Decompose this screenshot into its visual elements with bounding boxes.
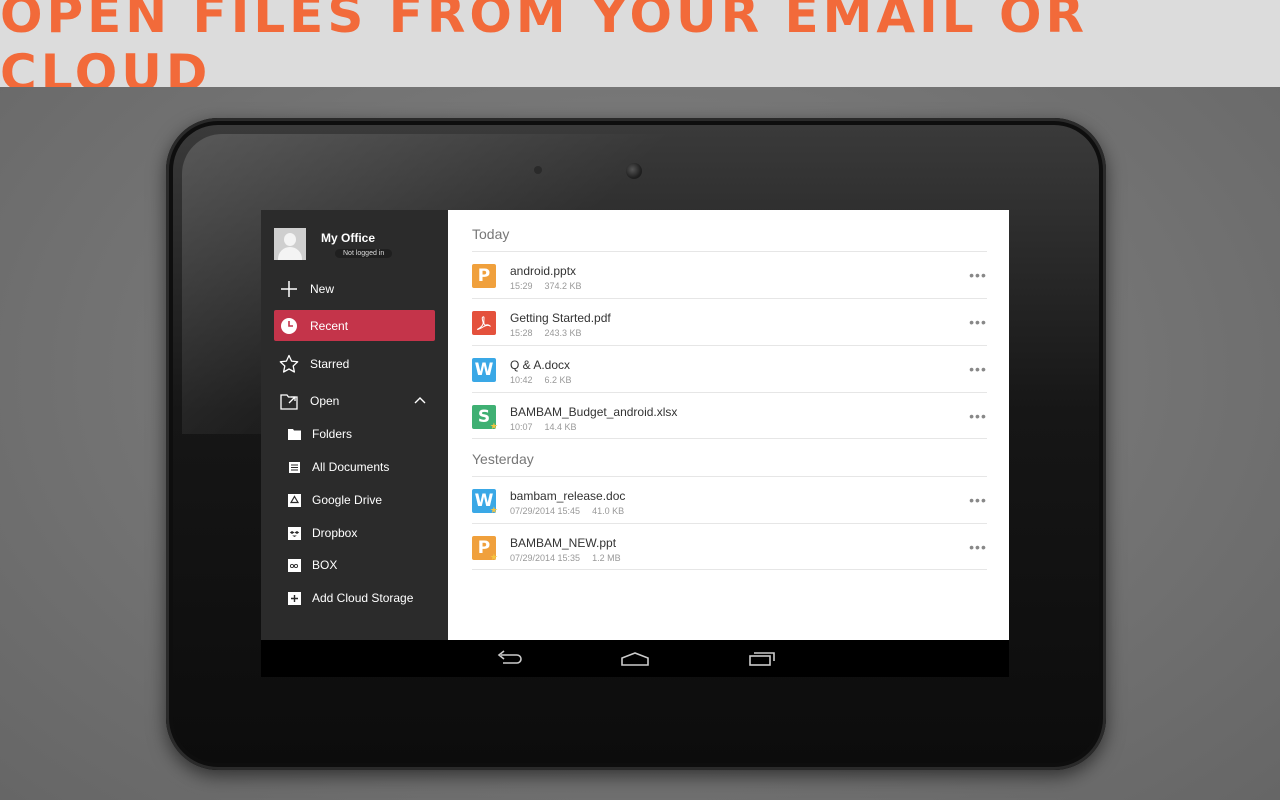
sidebar: My Office Not logged in New Recent Starr… <box>261 210 448 640</box>
file-meta: 15:28 243.3 KB <box>510 328 582 338</box>
avatar <box>274 228 306 260</box>
profile-name: My Office <box>321 231 376 245</box>
file-row[interactable]: P ★ BAMBAM_NEW.ppt 07/29/2014 15:35 1.2 MB… <box>472 523 987 570</box>
plus-icon <box>278 278 300 300</box>
google-drive-icon <box>287 493 301 507</box>
file-meta: 15:29 374.2 KB <box>510 281 582 291</box>
sidebar-item-label: New <box>310 281 335 296</box>
back-icon[interactable] <box>493 647 525 671</box>
more-options-icon[interactable]: ••• <box>969 360 987 378</box>
system-navigation-bar <box>261 640 1009 677</box>
sidebar-item-label: BOX <box>312 558 338 572</box>
dropbox-icon <box>287 526 301 540</box>
sidebar-item-label: Recent <box>310 318 349 333</box>
sidebar-item-all-documents[interactable]: All Documents <box>287 455 437 479</box>
sensor-icon <box>534 166 542 174</box>
more-options-icon[interactable]: ••• <box>969 313 987 331</box>
box-icon <box>287 558 301 572</box>
section-header-yesterday: Yesterday <box>472 451 534 467</box>
pdf-file-icon <box>472 311 496 335</box>
sidebar-item-label: Starred <box>310 356 350 371</box>
home-icon[interactable] <box>619 647 651 671</box>
more-options-icon[interactable]: ••• <box>969 266 987 284</box>
file-row[interactable]: P android.pptx 15:29 374.2 KB ••• <box>472 251 987 298</box>
more-options-icon[interactable]: ••• <box>969 538 987 556</box>
file-name: bambam_release.doc <box>510 489 626 503</box>
file-meta: 07/29/2014 15:45 41.0 KB <box>510 506 625 516</box>
sidebar-item-add-cloud-storage[interactable]: Add Cloud Storage <box>287 586 437 610</box>
sidebar-item-folders[interactable]: Folders <box>287 422 437 446</box>
file-row[interactable]: S ★ BAMBAM_Budget_android.xlsx 10:07 14.4 … <box>472 392 987 439</box>
file-meta: 07/29/2014 15:35 1.2 MB <box>510 553 621 563</box>
camera-icon <box>626 163 642 179</box>
clock-icon <box>278 315 300 337</box>
sidebar-item-recent[interactable]: Recent <box>274 310 435 341</box>
presentation-file-icon: P ★ <box>472 536 498 563</box>
add-icon <box>287 591 301 605</box>
file-name: BAMBAM_Budget_android.xlsx <box>510 405 678 419</box>
file-row[interactable]: Getting Started.pdf 15:28 243.3 KB ••• <box>472 298 987 345</box>
file-name: Q & A.docx <box>510 358 571 372</box>
sidebar-item-label: Open <box>310 393 340 408</box>
open-folder-icon <box>278 390 300 412</box>
recent-apps-icon[interactable] <box>746 647 778 671</box>
star-badge-icon: ★ <box>489 506 498 516</box>
sidebar-item-google-drive[interactable]: Google Drive <box>287 488 437 512</box>
sidebar-item-new[interactable]: New <box>274 273 435 304</box>
sidebar-item-label: All Documents <box>312 460 390 474</box>
sidebar-item-label: Add Cloud Storage <box>312 591 414 605</box>
writer-file-icon: W ★ <box>472 489 498 516</box>
file-name: Getting Started.pdf <box>510 311 611 325</box>
chevron-up-icon[interactable] <box>413 393 427 410</box>
file-meta: 10:42 6.2 KB <box>510 375 572 385</box>
recent-files-panel: Today P android.pptx 15:29 374.2 KB ••• G… <box>448 210 1009 640</box>
file-name: android.pptx <box>510 264 577 278</box>
sidebar-item-open[interactable]: Open <box>274 385 435 416</box>
sidebar-item-label: Google Drive <box>312 493 383 507</box>
section-header-today: Today <box>472 226 510 242</box>
tablet-screen: My Office Not logged in New Recent Starr… <box>261 210 1009 677</box>
more-options-icon[interactable]: ••• <box>969 491 987 509</box>
folder-icon <box>287 427 301 441</box>
presentation-file-icon: P <box>472 264 496 288</box>
star-icon <box>278 353 300 375</box>
star-badge-icon: ★ <box>489 553 498 563</box>
file-meta: 10:07 14.4 KB <box>510 422 577 432</box>
sidebar-item-starred[interactable]: Starred <box>274 348 435 379</box>
sidebar-item-box[interactable]: BOX <box>287 553 437 577</box>
documents-icon <box>287 460 301 474</box>
spreadsheet-file-icon: S ★ <box>472 405 498 432</box>
file-name: BAMBAM_NEW.ppt <box>510 536 617 550</box>
login-status: Not logged in <box>335 249 393 258</box>
file-row[interactable]: W ★ bambam_release.doc 07/29/2014 15:45 41… <box>472 476 987 523</box>
promo-banner: OPEN FILES FROM YOUR EMAIL OR CLOUD <box>0 0 1280 102</box>
more-options-icon[interactable]: ••• <box>969 407 987 425</box>
sidebar-item-dropbox[interactable]: Dropbox <box>287 521 437 545</box>
sidebar-item-label: Dropbox <box>312 526 358 540</box>
writer-file-icon: W <box>472 358 496 382</box>
sidebar-item-label: Folders <box>312 427 353 441</box>
profile[interactable]: My Office Not logged in <box>274 228 444 262</box>
file-row[interactable]: W Q & A.docx 10:42 6.2 KB ••• <box>472 345 987 392</box>
star-badge-icon: ★ <box>489 422 498 432</box>
